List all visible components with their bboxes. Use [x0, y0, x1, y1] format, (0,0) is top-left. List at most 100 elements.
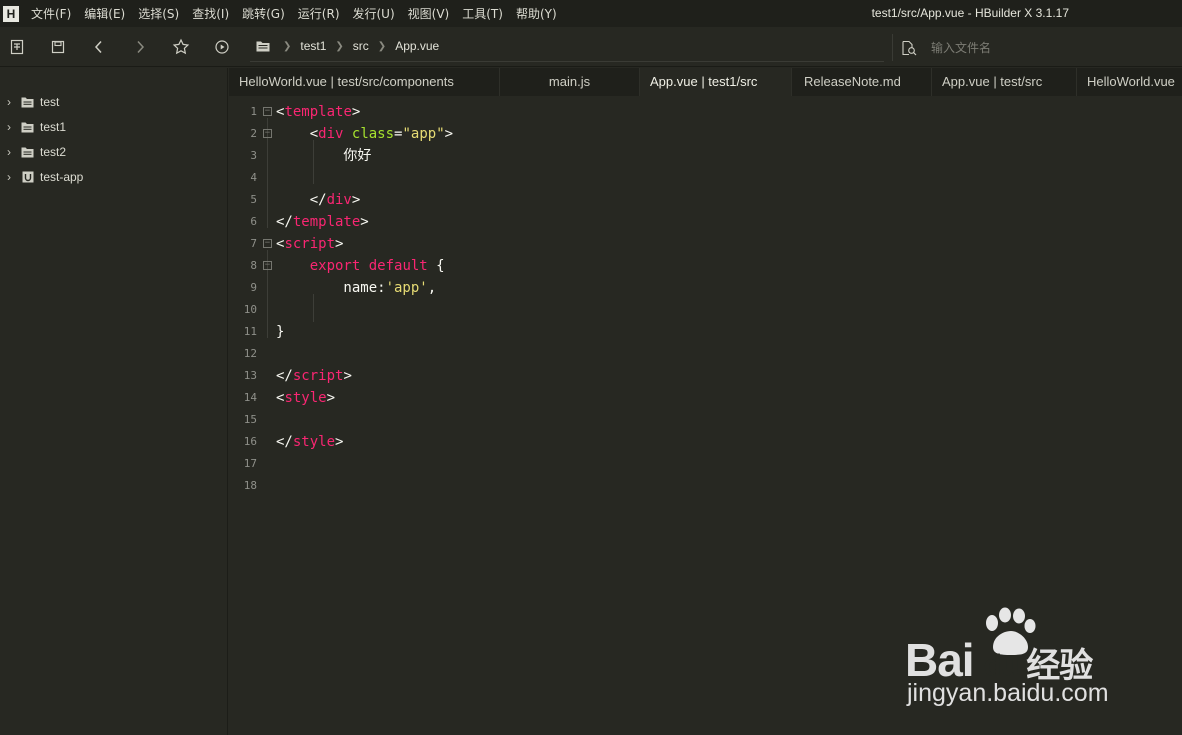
window-title: test1/src/App.vue - HBuilder X 3.1.17 [871, 6, 1069, 20]
code-token: 'app' [385, 280, 428, 296]
file-search-input[interactable]: 输入文件名 [892, 34, 1182, 61]
line-number: 14 [243, 391, 257, 404]
code-line[interactable]: 4 [229, 167, 1182, 189]
fold-toggle-icon[interactable]: − [263, 129, 272, 138]
tab-helloworld-components[interactable]: HelloWorld.vue | test/src/components [229, 68, 500, 96]
new-file-icon[interactable] [7, 37, 27, 57]
code-line[interactable]: 17 [229, 453, 1182, 475]
line-number: 13 [243, 369, 257, 382]
code-token: </ [276, 214, 293, 230]
save-icon[interactable] [48, 37, 68, 57]
code-token: template [292, 214, 361, 230]
chevron-right-icon[interactable]: › [1, 170, 17, 184]
file-search-icon [901, 40, 917, 56]
back-icon[interactable] [89, 37, 109, 57]
menubar: H 文件(F) 编辑(E) 选择(S) 查找(I) 跳转(G) 运行(R) 发行… [0, 0, 1182, 27]
code-text: </style> [276, 431, 343, 453]
fold-toggle-icon[interactable]: − [263, 261, 272, 270]
code-line[interactable]: 13 </script> [229, 365, 1182, 387]
code-line[interactable]: 5 </div> [229, 189, 1182, 211]
menu-view[interactable]: 视图(V) [408, 5, 450, 22]
code-token: div [318, 126, 344, 142]
chevron-right-icon: ❯ [283, 40, 292, 52]
tab-app-vue-test[interactable]: App.vue | test/src [932, 68, 1077, 96]
breadcrumb-item[interactable]: src [353, 39, 369, 53]
file-search-placeholder: 输入文件名 [931, 41, 992, 55]
code-line[interactable]: 16 </style> [229, 431, 1182, 453]
tree-item-label: test-app [40, 170, 84, 184]
code-line[interactable]: 3 你好 [229, 145, 1182, 167]
chevron-right-icon[interactable]: › [1, 145, 17, 159]
tree-item-test1[interactable]: › test1 [0, 116, 66, 138]
menu-file[interactable]: 文件(F) [31, 5, 71, 22]
code-token: > [444, 126, 454, 142]
code-line[interactable]: 12 [229, 343, 1182, 365]
menu-help[interactable]: 帮助(Y) [516, 5, 557, 22]
tree-item-label: test2 [40, 145, 67, 159]
forward-icon[interactable] [130, 37, 150, 57]
tree-item-test[interactable]: › test [0, 91, 59, 113]
line-number: 5 [250, 193, 257, 206]
code-line[interactable]: 7− <script> [229, 233, 1182, 255]
code-line[interactable]: 14 <style> [229, 387, 1182, 409]
uniapp-project-icon [21, 171, 34, 183]
code-line[interactable]: 18 [229, 475, 1182, 497]
line-number: 6 [250, 215, 257, 228]
code-line[interactable]: 9 name:'app', [229, 277, 1182, 299]
code-line[interactable]: 2− <div class="app"> [229, 123, 1182, 145]
tab-helloworld[interactable]: HelloWorld.vue [1077, 68, 1182, 96]
menu-publish[interactable]: 发行(U) [353, 5, 395, 22]
tab-app-vue-test1[interactable]: App.vue | test1/src [640, 68, 792, 96]
code-text: </script> [276, 365, 352, 387]
line-number: 7 [250, 237, 257, 250]
chevron-right-icon: ❯ [377, 40, 387, 52]
code-token: </ [276, 434, 293, 450]
fold-toggle-icon[interactable]: − [263, 239, 272, 248]
menu-select[interactable]: 选择(S) [138, 5, 179, 22]
code-token: < [309, 126, 319, 142]
tab-releasenote[interactable]: ReleaseNote.md [794, 68, 932, 96]
tree-item-test2[interactable]: › test2 [0, 141, 66, 163]
menu-tools[interactable]: 工具(T) [462, 5, 503, 22]
code-text: <style> [276, 387, 335, 409]
code-token: style [284, 390, 327, 406]
run-icon[interactable] [212, 37, 232, 57]
code-token: } [276, 324, 285, 340]
code-text: <div class="app"> [276, 123, 453, 145]
line-number: 15 [243, 413, 257, 426]
tree-item-test-app[interactable]: › test-app [0, 166, 83, 188]
menu-goto[interactable]: 跳转(G) [242, 5, 285, 22]
watermark-brand-paw-text: du [983, 649, 1020, 682]
line-number: 2 [250, 127, 257, 140]
editor-tabs: HelloWorld.vue | test/src/components mai… [229, 68, 1182, 96]
breadcrumb-item[interactable]: test1 [300, 39, 326, 53]
code-line[interactable]: 6 </template> [229, 211, 1182, 233]
code-line[interactable]: 15 [229, 409, 1182, 431]
code-text: <script> [276, 233, 343, 255]
chevron-right-icon[interactable]: › [1, 95, 17, 109]
code-line[interactable]: 1− <template> [229, 101, 1182, 123]
fold-toggle-icon[interactable]: − [263, 107, 272, 116]
code-token: class [351, 126, 395, 142]
breadcrumb-item[interactable]: App.vue [395, 39, 439, 53]
code-token: > [326, 390, 336, 406]
code-token: template [284, 104, 352, 120]
code-line[interactable]: 11} [229, 321, 1182, 343]
chevron-right-icon[interactable]: › [1, 120, 17, 134]
code-text: </div> [276, 189, 361, 211]
code-token: > [335, 236, 344, 252]
folder-icon [21, 147, 34, 158]
line-number: 12 [243, 347, 257, 360]
tab-main-js[interactable]: main.js [500, 68, 640, 96]
toolbar: ❯ test1 ❯ src ❯ App.vue 输入文件名 [0, 27, 1182, 67]
menu-edit[interactable]: 编辑(E) [84, 5, 125, 22]
code-line[interactable]: 10 [229, 299, 1182, 321]
code-line[interactable]: 8− export default { [229, 255, 1182, 277]
code-token: script [292, 368, 344, 384]
menu-run[interactable]: 运行(R) [298, 5, 340, 22]
star-icon[interactable] [171, 37, 191, 57]
menu-find[interactable]: 查找(I) [192, 5, 229, 22]
